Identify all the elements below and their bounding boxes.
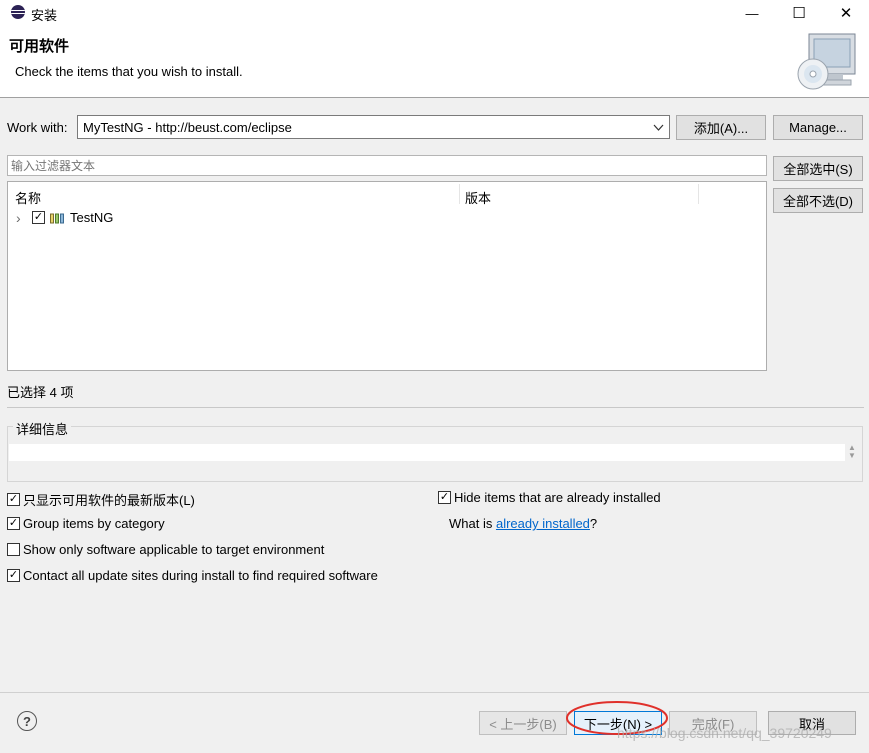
applicable-only-option[interactable]: Show only software applicable to target …: [7, 542, 324, 557]
help-button[interactable]: ?: [17, 711, 37, 731]
minimize-icon: —: [745, 5, 759, 21]
latest-versions-checkbox[interactable]: ✓: [7, 493, 20, 506]
header-banner: [0, 26, 869, 98]
tree-row[interactable]: › ✓ TestNG: [8, 208, 766, 228]
work-with-combo[interactable]: MyTestNG - http://beust.com/eclipse: [77, 115, 670, 139]
selection-status: 已选择 4 项: [7, 385, 74, 400]
latest-versions-option[interactable]: ✓ 只显示可用软件的最新版本(L): [7, 490, 195, 509]
hide-installed-option[interactable]: ✓ Hide items that are already installed: [438, 490, 661, 505]
help-icon: ?: [23, 713, 31, 729]
column-header-name[interactable]: 名称: [15, 188, 41, 207]
group-by-category-option[interactable]: ✓ Group items by category: [7, 516, 165, 531]
testng-checkbox[interactable]: ✓: [32, 211, 45, 224]
applicable-only-checkbox[interactable]: [7, 543, 20, 556]
already-installed-link[interactable]: already installed: [496, 516, 590, 531]
hide-installed-label: Hide items that are already installed: [454, 490, 661, 505]
add-site-button[interactable]: 添加(A)...: [676, 115, 766, 140]
footer-separator: [0, 692, 869, 693]
tree-header: [8, 182, 766, 206]
eclipse-icon: [11, 5, 25, 19]
chevron-down-icon: [653, 121, 664, 136]
what-is-suffix: ?: [589, 516, 598, 531]
select-all-button[interactable]: 全部选中(S): [773, 156, 863, 181]
contact-sites-option[interactable]: ✓ Contact all update sites during instal…: [7, 568, 378, 583]
close-icon: ✕: [839, 5, 853, 22]
filter-input[interactable]: [7, 155, 767, 176]
contact-sites-label: Contact all update sites during install …: [23, 568, 378, 583]
feature-group-icon: [50, 212, 64, 227]
separator: [7, 407, 864, 408]
page-title: 可用软件: [9, 38, 70, 55]
watermark: https://blog.csdn.net/qq_39720249: [617, 725, 832, 741]
scroll-down-icon[interactable]: ▼: [846, 452, 858, 460]
what-is-installed: What is already installed?: [449, 516, 597, 531]
maximize-button[interactable]: ☐: [776, 0, 822, 26]
latest-versions-label: 只显示可用软件的最新版本(L): [23, 493, 195, 508]
close-button[interactable]: ✕: [823, 0, 869, 26]
details-title: 详细信息: [13, 419, 72, 438]
group-by-category-label: Group items by category: [23, 516, 165, 531]
back-button[interactable]: < 上一步(B): [479, 711, 567, 735]
checkmark-icon: ✓: [33, 211, 44, 223]
column-divider: [698, 184, 699, 204]
window-title: 安装: [31, 8, 58, 23]
hide-installed-checkbox[interactable]: ✓: [438, 491, 451, 504]
applicable-only-label: Show only software applicable to target …: [23, 542, 325, 557]
monitor-cd-icon: [795, 30, 859, 92]
maximize-icon: ☐: [792, 5, 806, 22]
group-by-category-checkbox[interactable]: ✓: [7, 517, 20, 530]
details-scrollbar[interactable]: ▲ ▼: [846, 444, 858, 461]
work-with-label: Work with:: [7, 120, 68, 135]
contact-sites-checkbox[interactable]: ✓: [7, 569, 20, 582]
what-is-prefix: What is: [449, 516, 496, 531]
expand-arrow-icon[interactable]: ›: [16, 210, 21, 226]
details-text-area[interactable]: [9, 444, 845, 461]
page-description: Check the items that you wish to install…: [15, 64, 243, 79]
work-with-value: MyTestNG - http://beust.com/eclipse: [83, 120, 292, 135]
deselect-all-button[interactable]: 全部不选(D): [773, 188, 863, 213]
column-header-version[interactable]: 版本: [465, 188, 491, 207]
manage-button[interactable]: Manage...: [773, 115, 863, 140]
software-tree[interactable]: 名称 版本 › ✓ TestNG: [7, 181, 767, 371]
minimize-button[interactable]: —: [729, 0, 775, 26]
tree-item-label: TestNG: [70, 210, 114, 225]
column-divider: [459, 184, 460, 204]
